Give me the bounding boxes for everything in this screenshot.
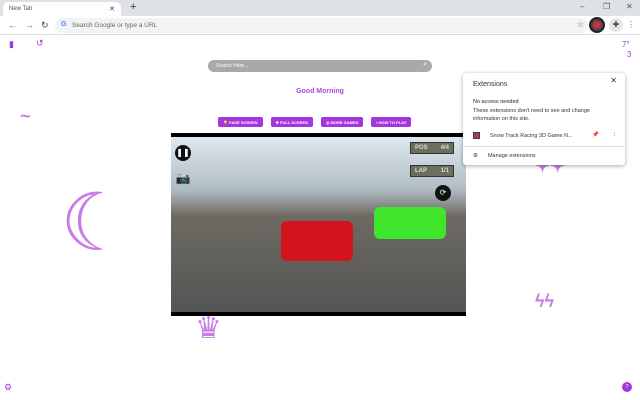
button-label: FULL SCREEN [280, 120, 308, 125]
position-hud: POS 4/4 [410, 142, 454, 154]
weather-detail: 3 [627, 50, 632, 59]
search-input[interactable]: Search Here... ⌕ [208, 60, 432, 72]
squiggle-doodle: ~ [20, 106, 31, 126]
lap-label: LAP [415, 168, 427, 174]
weather-temp: 7° [622, 40, 630, 49]
green-car [374, 207, 446, 239]
manage-extensions-link[interactable]: ⚙ Manage extensions [473, 153, 536, 159]
lightning-doodle: ϟϟ [535, 291, 555, 311]
item-menu-icon[interactable]: ⋮ [612, 132, 618, 138]
tab-strip: New Tab ✕ + – ❐ ✕ [0, 0, 640, 16]
manage-label: Manage extensions [487, 153, 536, 159]
tab-title: New Tab [9, 6, 33, 12]
back-button[interactable]: ← [8, 20, 17, 30]
settings-icon[interactable]: ⚙ [4, 382, 12, 393]
how-to-play-button[interactable]: i HOW TO PLAY [371, 117, 412, 127]
forward-button[interactable]: → [25, 20, 34, 30]
fade-screen-button[interactable]: 💡 FADE SCREEN [218, 117, 263, 127]
close-tab-icon[interactable]: ✕ [109, 5, 115, 13]
extension-item-name: Snow Track Racing 3D Game N... [490, 133, 573, 139]
extension-item-icon [473, 132, 480, 139]
pin-icon[interactable]: 📌 [592, 132, 599, 138]
search-icon[interactable]: ⌕ [423, 61, 427, 69]
button-label: HOW TO PLAY [378, 120, 407, 125]
popup-title: Extensions [473, 81, 508, 88]
moon-doodle: ☾ [60, 178, 132, 267]
game-buttons: 💡 FADE SCREEN ✥ FULL SCREEN ◎ MORE GAMES… [218, 117, 412, 127]
restore-button[interactable]: ❐ [603, 2, 610, 11]
bookmark-icon[interactable]: ▮ [9, 39, 14, 50]
reload-button[interactable]: ↻ [41, 20, 49, 31]
full-screen-button[interactable]: ✥ FULL SCREEN [270, 117, 313, 127]
more-games-button[interactable]: ◎ MORE GAMES [320, 117, 364, 127]
menu-kebab-icon[interactable]: ⋮ [627, 20, 635, 29]
help-icon[interactable]: ? [622, 382, 632, 392]
section-description: These extensions don't need to see and c… [473, 108, 590, 122]
camera-icon[interactable]: 📷 [175, 170, 191, 186]
tab-new-tab[interactable]: New Tab ✕ [3, 2, 121, 16]
pos-value: 4/4 [440, 145, 449, 151]
extensions-popup: Extensions ✕ No access needed These exte… [463, 73, 625, 165]
button-label: MORE GAMES [330, 120, 359, 125]
section-heading: No access needed [473, 99, 519, 105]
omnibox[interactable]: G Search Google or type a URL ☆ [55, 18, 588, 33]
divider [463, 146, 625, 147]
red-car [281, 221, 353, 261]
history-icon[interactable]: ↺ [36, 38, 44, 49]
gear-icon: ⚙ [473, 153, 478, 159]
minimize-button[interactable]: – [580, 2, 584, 11]
search-placeholder: Search Here... [216, 63, 249, 69]
button-label: FADE SCREEN [229, 120, 258, 125]
new-tab-page: ▮ ↺ 7° 3 ⚙ ? ☾ ♛ ✦✦ ϟϟ ~ Search Here... ⌕… [0, 36, 640, 400]
close-popup-icon[interactable]: ✕ [610, 76, 617, 85]
extensions-puzzle-icon[interactable]: ✚ [609, 18, 623, 32]
pause-icon[interactable]: ❚❚ [175, 145, 191, 161]
bookmark-star-icon[interactable]: ☆ [577, 20, 584, 29]
extension-item[interactable]: Snow Track Racing 3D Game N... 📌 ⋮ [473, 132, 619, 141]
google-icon: G [61, 21, 67, 28]
lap-value: 1/1 [440, 168, 449, 174]
lap-hud: LAP 1/1 [410, 165, 454, 177]
pos-label: POS [415, 145, 428, 151]
crown-doodle: ♛ [195, 312, 222, 345]
toolbar: ← → ↻ G Search Google or type a URL ☆ ✚ ⋮ [0, 16, 640, 35]
omnibox-placeholder: Search Google or type a URL [72, 22, 158, 29]
new-tab-button[interactable]: + [130, 1, 136, 13]
camera-switch-icon[interactable]: ⟳ [435, 185, 451, 201]
game-canvas[interactable]: ❚❚ 📷 POS 4/4 LAP 1/1 ⟳ [171, 133, 466, 316]
close-window-button[interactable]: ✕ [626, 2, 633, 11]
extension-icon[interactable] [589, 17, 605, 33]
